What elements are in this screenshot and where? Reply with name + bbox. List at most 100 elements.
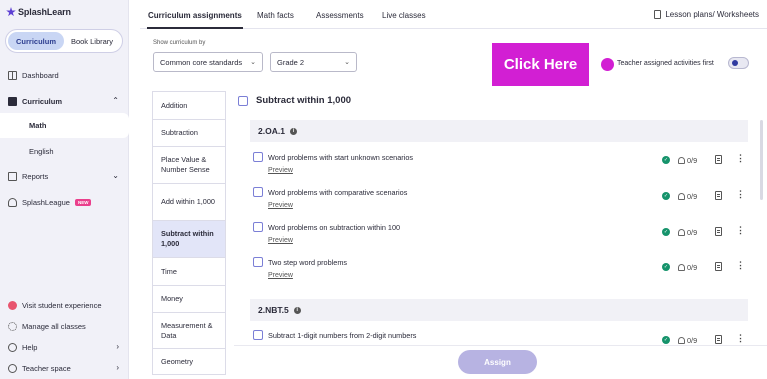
sidebar-item-math[interactable]: Math — [0, 113, 129, 138]
dashboard-icon — [8, 70, 17, 80]
activity-checkbox[interactable] — [253, 152, 263, 162]
assigned-count: 0/9 — [678, 192, 697, 201]
tab-live-classes[interactable]: Live classes — [382, 11, 426, 20]
activity-title: Word problems on subtraction within 100 — [268, 223, 401, 232]
activity-checkbox[interactable] — [253, 187, 263, 197]
sidebar-item-label: SplashLeague — [22, 197, 70, 207]
sidebar-item-manage-classes[interactable]: Manage all classes — [0, 316, 129, 337]
splashlearn-logo[interactable]: SplashLearn — [6, 7, 71, 17]
worksheet-icon[interactable] — [715, 155, 722, 164]
active-tab-indicator — [147, 27, 243, 29]
chevron-down-icon[interactable]: ⌄ — [112, 171, 119, 180]
assigned-count-value: 0/9 — [687, 228, 698, 237]
more-options-icon[interactable]: ⋮ — [736, 334, 745, 343]
topic-heading: Subtract within 1,000 — [238, 95, 351, 106]
assigned-count-value: 0/9 — [687, 156, 698, 165]
chevron-right-icon[interactable]: › — [116, 363, 119, 372]
tab-curriculum-assignments[interactable]: Curriculum assignments — [148, 11, 242, 20]
topic-item-place-value[interactable]: Place Value & Number Sense — [152, 146, 226, 183]
checkmark-icon: ✓ — [662, 228, 670, 236]
teacher-assigned-toggle[interactable] — [728, 57, 749, 69]
assigned-count: 0/9 — [678, 263, 697, 272]
activity-checkbox[interactable] — [253, 257, 263, 267]
preview-link[interactable]: Preview — [268, 202, 293, 209]
select-all-checkbox[interactable] — [238, 95, 248, 106]
worksheet-icon[interactable] — [715, 191, 722, 200]
checkmark-icon: ✓ — [662, 263, 670, 271]
sidebar-item-teacher-space[interactable]: Teacher space › — [0, 358, 129, 379]
checkmark-icon: ✓ — [662, 156, 670, 164]
curriculum-standard-value: Common core standards — [160, 57, 243, 67]
star-logo-icon — [6, 7, 16, 17]
activity-checkbox[interactable] — [253, 222, 263, 232]
activity-row: Word problems with start unknown scenari… — [253, 152, 748, 182]
sidebar-item-help[interactable]: Help › — [0, 337, 129, 358]
activity-row: Word problems with comparative scenarios… — [253, 187, 748, 217]
student-icon — [8, 301, 17, 310]
content-scrollbar[interactable] — [760, 120, 763, 200]
more-options-icon[interactable]: ⋮ — [736, 226, 745, 235]
sidebar-item-english[interactable]: English — [0, 139, 129, 164]
assigned-count-value: 0/9 — [687, 336, 698, 345]
curriculum-toggle-button[interactable]: Curriculum — [8, 32, 64, 50]
info-icon[interactable]: i — [293, 306, 301, 314]
sidebar-item-label: Manage all classes — [22, 322, 86, 331]
worksheet-icon[interactable] — [715, 262, 722, 271]
tab-assessments[interactable]: Assessments — [316, 11, 364, 20]
sidebar-item-visit-student[interactable]: Visit student experience — [0, 295, 129, 316]
lesson-plans-link[interactable]: Lesson plans/ Worksheets — [654, 10, 759, 19]
topic-item-addition[interactable]: Addition — [152, 91, 226, 119]
topic-item-geometry[interactable]: Geometry — [152, 348, 226, 375]
more-options-icon[interactable]: ⋮ — [736, 154, 745, 163]
assigned-count: 0/9 — [678, 228, 697, 237]
sidebar-item-label: Help — [22, 343, 38, 352]
sidebar-item-curriculum[interactable]: Curriculum ⌃ — [0, 89, 129, 113]
activity-title: Two step word problems — [268, 258, 348, 267]
preview-link[interactable]: Preview — [268, 272, 293, 279]
sidebar-bottom-nav: Visit student experience Manage all clas… — [0, 295, 129, 379]
show-curriculum-label: Show curriculum by — [153, 40, 206, 46]
chevron-up-icon[interactable]: ⌃ — [112, 96, 119, 105]
preview-link[interactable]: Preview — [268, 237, 293, 244]
sidebar-item-reports[interactable]: Reports ⌄ — [0, 164, 129, 188]
curriculum-standard-select[interactable]: Common core standards ⌄ — [153, 52, 263, 72]
topic-item-subtract-within-1000[interactable]: Subtract within 1,000 — [152, 220, 226, 257]
assigned-count-value: 0/9 — [687, 263, 698, 272]
topic-item-measurement-data[interactable]: Measurement & Data — [152, 312, 226, 348]
callout-pointer-dot — [601, 58, 614, 71]
tab-math-facts[interactable]: Math facts — [257, 11, 294, 20]
help-icon — [8, 343, 17, 352]
chevron-down-icon: ⌄ — [344, 59, 350, 66]
worksheet-icon[interactable] — [715, 227, 722, 236]
activity-title: Word problems with comparative scenarios — [268, 188, 408, 197]
topic-title: Subtract within 1,000 — [256, 95, 352, 106]
topic-item-subtraction[interactable]: Subtraction — [152, 119, 226, 146]
sidebar-item-label: Reports — [22, 171, 49, 181]
topic-item-money[interactable]: Money — [152, 285, 226, 312]
activity-row: Word problems on subtraction within 100 … — [253, 222, 748, 252]
reports-icon — [8, 171, 17, 181]
sidebar-nav: Dashboard Curriculum ⌃ Math English Repo… — [0, 63, 129, 214]
sidebar-item-splashleague[interactable]: SplashLeague NEW — [0, 190, 129, 214]
more-options-icon[interactable]: ⋮ — [736, 190, 745, 199]
topic-item-add-within-1000[interactable]: Add within 1,000 — [152, 183, 226, 220]
standard-header: 2.OA.1 i — [250, 120, 748, 142]
trophy-icon — [8, 197, 17, 207]
person-icon — [678, 193, 685, 200]
activity-checkbox[interactable] — [253, 330, 263, 340]
assign-button[interactable]: Assign — [458, 350, 537, 374]
click-here-callout: Click Here — [492, 43, 589, 86]
book-library-toggle-button[interactable]: Book Library — [64, 32, 120, 50]
info-icon[interactable]: i — [289, 127, 297, 135]
more-options-icon[interactable]: ⋮ — [736, 261, 745, 270]
worksheet-icon[interactable] — [715, 335, 722, 344]
chevron-right-icon[interactable]: › — [116, 342, 119, 351]
sidebar-item-dashboard[interactable]: Dashboard — [0, 63, 129, 87]
checkmark-icon: ✓ — [662, 192, 670, 200]
person-icon — [678, 337, 685, 344]
person-icon — [678, 264, 685, 271]
grade-select[interactable]: Grade 2 ⌄ — [270, 52, 357, 72]
topic-item-time[interactable]: Time — [152, 257, 226, 285]
gear-icon — [8, 322, 17, 331]
preview-link[interactable]: Preview — [268, 167, 293, 174]
